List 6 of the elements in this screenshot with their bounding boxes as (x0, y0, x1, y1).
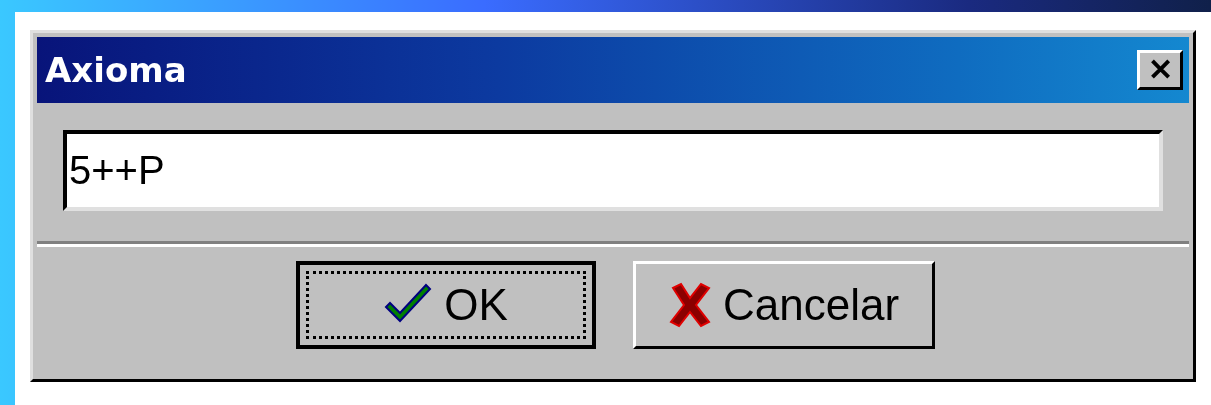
window-title: Axioma (45, 48, 187, 92)
cancel-button[interactable]: Cancelar (633, 261, 935, 349)
cross-icon (668, 282, 711, 328)
close-button[interactable]: ✕ (1137, 50, 1183, 90)
input-field[interactable]: 5++P (63, 130, 1163, 211)
ok-button[interactable]: OK (296, 261, 596, 349)
